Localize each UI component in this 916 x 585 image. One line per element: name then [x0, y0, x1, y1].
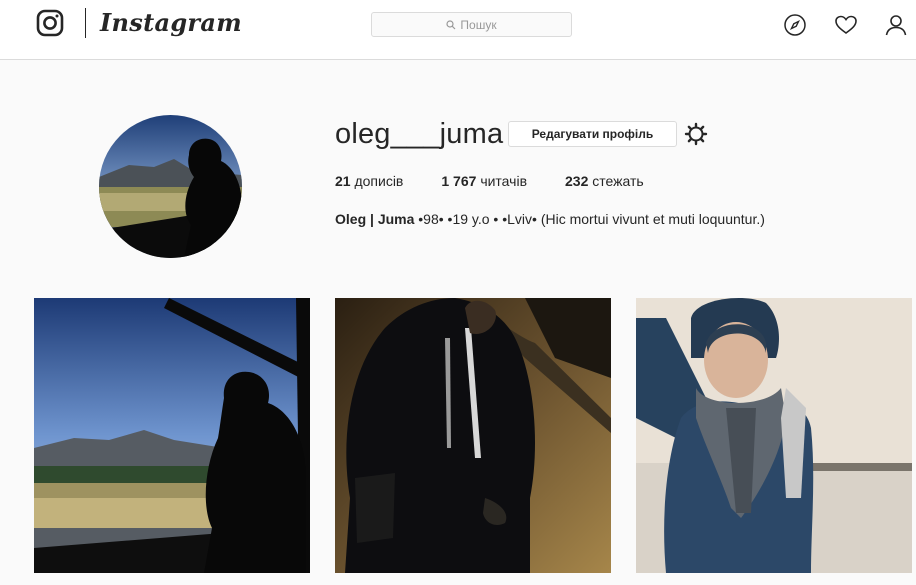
followers-label: читачів: [480, 173, 528, 189]
posts-count: 21: [335, 173, 351, 189]
following-stat[interactable]: 232 стежать: [565, 173, 644, 189]
compass-icon[interactable]: [783, 13, 807, 37]
profile-stats: 21 дописів 1 767 читачів 232 стежать: [335, 173, 682, 189]
post-thumbnail-2[interactable]: [335, 298, 611, 573]
bio-text: •98• •19 y.o • •Lviv• (Hic mortui vivunt…: [414, 211, 765, 227]
night-road-photo: [335, 298, 611, 573]
post-thumbnail-3[interactable]: [636, 298, 912, 573]
top-header: Instagram Пошук: [0, 0, 916, 60]
logo-divider: [85, 8, 86, 38]
heart-icon[interactable]: [834, 13, 858, 37]
following-count: 232: [565, 173, 589, 189]
profile-bio: Oleg | Juma •98• •19 y.o • •Lviv• (Hic m…: [335, 211, 765, 227]
search-input[interactable]: Пошук: [371, 12, 572, 37]
portrait-scarf-photo: [636, 298, 912, 573]
bio-name: Oleg | Juma: [335, 211, 415, 227]
posts-label: дописів: [354, 173, 404, 189]
profile-avatar[interactable]: [99, 115, 242, 258]
profile-username: oleg___juma: [335, 118, 504, 150]
followers-count: 1 767: [441, 173, 477, 189]
edit-profile-button[interactable]: Редагувати профіль: [508, 121, 677, 147]
search-icon: [446, 19, 456, 29]
gear-icon[interactable]: [684, 122, 708, 146]
following-label: стежать: [592, 173, 644, 189]
instagram-wordmark[interactable]: Instagram: [100, 8, 242, 37]
followers-stat[interactable]: 1 767 читачів: [441, 173, 527, 189]
instagram-camera-icon[interactable]: [36, 9, 64, 37]
post-thumbnail-1[interactable]: [34, 298, 310, 573]
person-icon[interactable]: [884, 13, 908, 37]
silhouette-mountains-photo: [34, 298, 310, 573]
search-placeholder: Пошук: [460, 17, 497, 32]
posts-count-stat: 21 дописів: [335, 173, 403, 189]
